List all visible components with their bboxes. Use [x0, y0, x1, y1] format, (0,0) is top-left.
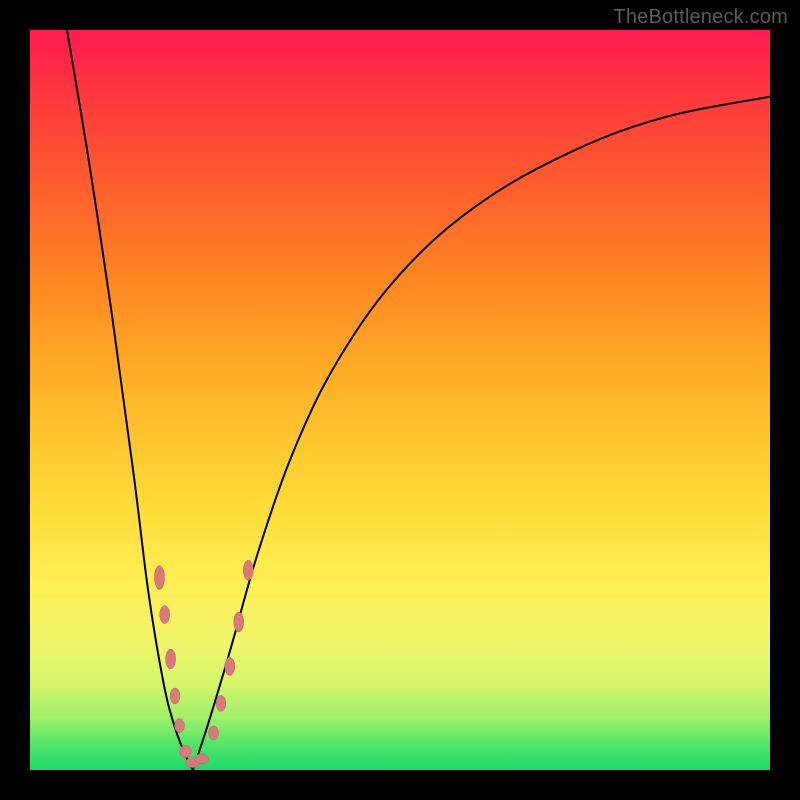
- data-marker: [155, 566, 165, 590]
- data-marker: [216, 695, 226, 711]
- data-marker: [166, 649, 176, 669]
- right-branch-curve: [193, 97, 770, 770]
- chart-svg: [30, 30, 770, 770]
- data-marker: [160, 606, 170, 624]
- data-marker: [170, 688, 180, 704]
- data-marker: [225, 657, 235, 675]
- data-marker: [195, 754, 209, 764]
- data-marker: [174, 719, 184, 733]
- data-marker: [179, 746, 191, 758]
- chart-frame: TheBottleneck.com: [0, 0, 800, 800]
- data-marker: [243, 560, 253, 580]
- data-marker: [209, 726, 219, 740]
- attribution-text: TheBottleneck.com: [613, 6, 788, 29]
- data-marker: [234, 612, 244, 632]
